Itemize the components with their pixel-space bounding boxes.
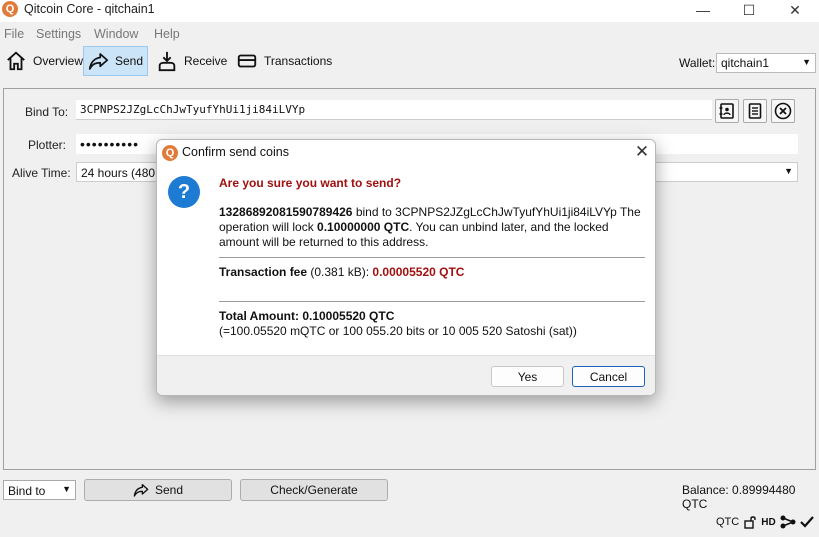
mode-select[interactable]: Bind to ▼ [3, 480, 76, 500]
dialog-footer: Yes Cancel [157, 355, 655, 395]
tab-receive[interactable]: Receive [152, 46, 231, 76]
tab-send-label: Send [114, 54, 143, 68]
tab-transactions[interactable]: Transactions [232, 46, 336, 76]
mode-select-value: Bind to [8, 484, 46, 498]
dialog-body: Are you sure you want to send? 132868920… [219, 176, 649, 339]
credit-card-icon [237, 54, 257, 68]
alive-time-value: 24 hours (480 b [81, 166, 166, 180]
unit-selector[interactable]: QTC [716, 516, 739, 528]
chevron-down-icon: ▼ [802, 57, 811, 67]
hd-badge: HD [761, 516, 776, 528]
title-bar: Q Qitcoin Core - qitchain1 — ☐ ✕ [0, 0, 819, 22]
clear-button[interactable] [771, 99, 795, 123]
app-logo-icon: Q [162, 145, 178, 161]
bind-to-label: Bind To: [25, 105, 69, 119]
window-title: Qitcoin Core - qitchain1 [24, 2, 155, 16]
wallet-select-value: qitchain1 [721, 56, 770, 70]
menu-bar: File Settings Window Help [0, 24, 819, 44]
app-logo-icon: Q [2, 1, 18, 17]
tab-transactions-label: Transactions [264, 54, 333, 68]
fee-value: 0.00005520 QTC [372, 265, 465, 279]
dialog-question: Are you sure you want to send? [219, 176, 402, 190]
alive-time-label: Alive Time: [12, 166, 71, 180]
transaction-fee: Transaction fee (0.381 kB): 0.00005520 Q… [219, 265, 649, 280]
menu-window[interactable]: Window [94, 27, 138, 41]
tab-overview[interactable]: Overview [1, 46, 87, 76]
send-button-label: Send [154, 483, 184, 497]
checkmark-icon [799, 516, 814, 528]
minimize-button[interactable]: — [680, 0, 726, 22]
balance-label: Balance: 0.89994480 QTC [682, 483, 796, 511]
cancel-button[interactable]: Cancel [572, 366, 645, 387]
menu-help[interactable]: Help [154, 27, 180, 41]
maximize-button[interactable]: ☐ [726, 0, 772, 22]
unlock-icon [744, 516, 756, 529]
check-generate-button[interactable]: Check/Generate [240, 479, 388, 501]
dialog-title: Confirm send coins [182, 145, 289, 159]
chevron-down-icon: ▼ [62, 484, 71, 494]
divider [219, 257, 645, 258]
divider [219, 301, 645, 302]
total-amount: Total Amount: 0.10005520 QTC [219, 309, 395, 323]
fee-size: (0.381 kB): [307, 265, 373, 279]
confirm-send-dialog: Q Confirm send coins ✕ ? Are you sure yo… [156, 139, 656, 396]
menu-file[interactable]: File [4, 27, 24, 41]
wallet-select[interactable]: qitchain1 ▼ [716, 53, 816, 73]
total-detail: (=100.05520 mQTC or 100 055.20 bits or 1… [219, 324, 577, 338]
tab-send[interactable]: Send [83, 46, 148, 76]
yes-button[interactable]: Yes [491, 366, 564, 387]
lock-amount: 0.10000000 QTC [317, 220, 410, 234]
network-icon [780, 515, 796, 529]
plotter-label: Plotter: [28, 138, 67, 152]
menu-settings[interactable]: Settings [36, 27, 81, 41]
paste-button[interactable] [743, 99, 767, 123]
send-arrow-icon [88, 53, 109, 70]
question-icon: ? [168, 176, 200, 208]
home-icon [7, 51, 25, 71]
tab-overview-label: Overview [33, 54, 84, 68]
tab-receive-label: Receive [184, 54, 228, 68]
receive-icon [158, 51, 176, 72]
close-circle-icon [774, 102, 792, 120]
plotter-id: 13286892081590789426 [219, 205, 353, 219]
send-arrow-icon [133, 484, 149, 497]
close-window-button[interactable]: ✕ [772, 0, 818, 22]
address-book-icon [719, 103, 734, 119]
chevron-down-icon: ▼ [784, 166, 793, 176]
send-button[interactable]: Send [84, 479, 232, 501]
wallet-label: Wallet: [679, 56, 716, 70]
status-bar: QTC HD [716, 515, 814, 529]
address-book-button[interactable] [715, 99, 739, 123]
fee-label: Transaction fee [219, 265, 308, 279]
dialog-close-button[interactable]: ✕ [631, 142, 653, 164]
bind-summary: 13286892081590789426 bind to 3CPNPS2JZgL… [219, 205, 645, 250]
bind-to-input[interactable]: 3CPNPS2JZgLcChJwTyufYhUi1ji84iLVYp [76, 100, 712, 120]
clipboard-icon [748, 103, 762, 119]
